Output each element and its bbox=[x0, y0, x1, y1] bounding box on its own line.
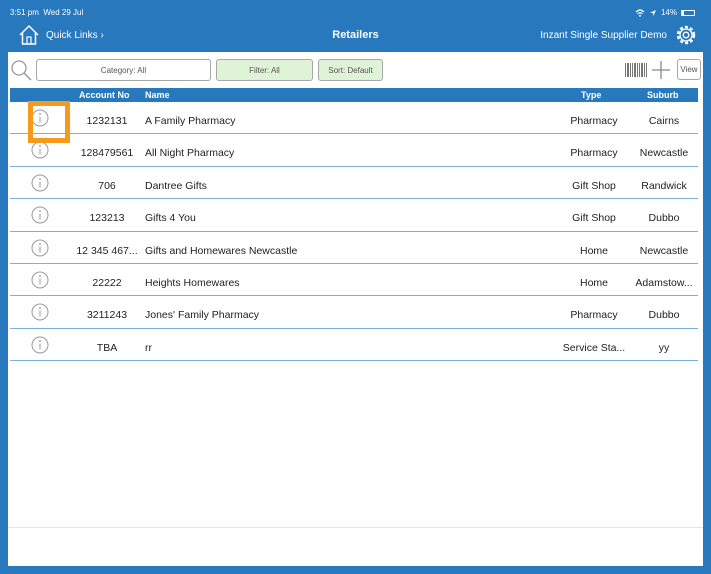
toolbar: Category: All Filter: All Sort: Default … bbox=[8, 52, 703, 88]
header-type[interactable]: Type bbox=[581, 90, 601, 100]
account-cell: 1232131 bbox=[86, 115, 128, 127]
info-icon[interactable] bbox=[31, 141, 49, 159]
type-cell: Gift Shop bbox=[572, 179, 616, 192]
suburb-cell: Cairns bbox=[648, 115, 680, 127]
retailer-list: 1232131 A Family Pharmacy Pharmacy Cairn… bbox=[10, 102, 698, 362]
top-bar: 3:51 pm Wed 29 Jul 14% Quick Links › Ret… bbox=[8, 0, 703, 52]
type-cell: Pharmacy bbox=[570, 147, 618, 160]
home-icon[interactable] bbox=[18, 24, 40, 46]
add-icon[interactable] bbox=[651, 60, 671, 80]
info-icon[interactable] bbox=[31, 303, 49, 321]
status-time-text: 3:51 pm bbox=[10, 8, 39, 17]
battery-icon bbox=[681, 9, 695, 16]
type-cell: Gift Shop bbox=[572, 212, 616, 225]
suburb-cell: yy bbox=[658, 341, 670, 354]
name-cell: Heights Homewares bbox=[145, 276, 240, 289]
suburb-cell: Dubbo bbox=[648, 212, 680, 225]
filter-button[interactable]: Filter: All bbox=[216, 59, 313, 81]
header-name[interactable]: Name bbox=[145, 90, 170, 100]
location-icon bbox=[649, 9, 656, 16]
name-cell: rr bbox=[145, 341, 152, 354]
view-button[interactable]: View bbox=[677, 59, 701, 80]
account-cell: 3211243 bbox=[86, 309, 128, 322]
account-cell: TBA bbox=[96, 341, 118, 354]
table-row[interactable]: 128479561 All Night Pharmacy Pharmacy Ne… bbox=[10, 134, 698, 167]
status-indicators: 14% bbox=[635, 8, 695, 17]
account-cell: 12 345 467... bbox=[76, 244, 138, 257]
table-row[interactable]: 3211243 Jones' Family Pharmacy Pharmacy … bbox=[10, 296, 698, 329]
table-row[interactable]: 12 345 467... Gifts and Homewares Newcas… bbox=[10, 232, 698, 264]
account-cell: 128479561 bbox=[80, 147, 134, 160]
name-cell: A Family Pharmacy bbox=[145, 115, 236, 127]
table-header: Account No Name Type Suburb bbox=[10, 88, 698, 102]
app-frame: 3:51 pm Wed 29 Jul 14% Quick Links › Ret… bbox=[0, 0, 711, 574]
barcode-icon[interactable] bbox=[625, 63, 647, 77]
account-cell: 706 bbox=[98, 179, 116, 192]
info-icon[interactable] bbox=[31, 336, 49, 354]
info-icon[interactable] bbox=[31, 174, 49, 192]
status-time: 3:51 pm Wed 29 Jul bbox=[10, 8, 83, 17]
type-cell: Service Sta... bbox=[562, 341, 626, 354]
search-icon[interactable] bbox=[10, 59, 32, 81]
table-row[interactable]: 706 Dantree Gifts Gift Shop Randwick bbox=[10, 167, 698, 200]
type-cell: Pharmacy bbox=[570, 115, 618, 127]
table-row[interactable]: 1232131 A Family Pharmacy Pharmacy Cairn… bbox=[10, 102, 698, 135]
type-cell: Pharmacy bbox=[570, 309, 618, 322]
suburb-cell: Newcastle bbox=[639, 147, 689, 160]
table-row[interactable]: TBA rr Service Sta... yy bbox=[10, 329, 698, 362]
suburb-cell: Dubbo bbox=[648, 309, 680, 322]
info-icon[interactable] bbox=[31, 239, 49, 257]
header-suburb[interactable]: Suburb bbox=[647, 90, 679, 100]
divider bbox=[8, 527, 703, 528]
sort-button[interactable]: Sort: Default bbox=[318, 59, 383, 81]
table-row[interactable]: 123213 Gifts 4 You Gift Shop Dubbo bbox=[10, 199, 698, 232]
name-cell: Gifts 4 You bbox=[145, 212, 196, 225]
account-cell: 123213 bbox=[89, 212, 125, 225]
table-row[interactable]: 22222 Heights Homewares Home Adamstow... bbox=[10, 264, 698, 297]
gear-icon[interactable] bbox=[675, 24, 697, 46]
account-name: Inzant Single Supplier Demo bbox=[540, 30, 667, 41]
suburb-cell: Newcastle bbox=[639, 244, 689, 257]
name-cell: All Night Pharmacy bbox=[145, 147, 235, 160]
name-cell: Jones' Family Pharmacy bbox=[145, 309, 260, 322]
suburb-cell: Adamstow... bbox=[635, 276, 693, 289]
category-filter-button[interactable]: Category: All bbox=[36, 59, 211, 81]
name-cell: Dantree Gifts bbox=[145, 179, 207, 192]
type-cell: Home bbox=[579, 276, 608, 289]
type-cell: Home bbox=[579, 244, 608, 257]
suburb-cell: Randwick bbox=[641, 179, 687, 192]
name-cell: Gifts and Homewares Newcastle bbox=[145, 244, 298, 257]
quick-links-button[interactable]: Quick Links › bbox=[46, 30, 104, 41]
header-account[interactable]: Account No bbox=[79, 90, 130, 100]
wifi-icon bbox=[635, 8, 645, 17]
info-icon[interactable] bbox=[31, 206, 49, 224]
info-icon[interactable] bbox=[31, 271, 49, 289]
info-icon[interactable] bbox=[31, 109, 49, 127]
battery-percent: 14% bbox=[660, 8, 677, 17]
account-cell: 22222 bbox=[92, 276, 122, 289]
status-date-text: Wed 29 Jul bbox=[43, 8, 84, 17]
